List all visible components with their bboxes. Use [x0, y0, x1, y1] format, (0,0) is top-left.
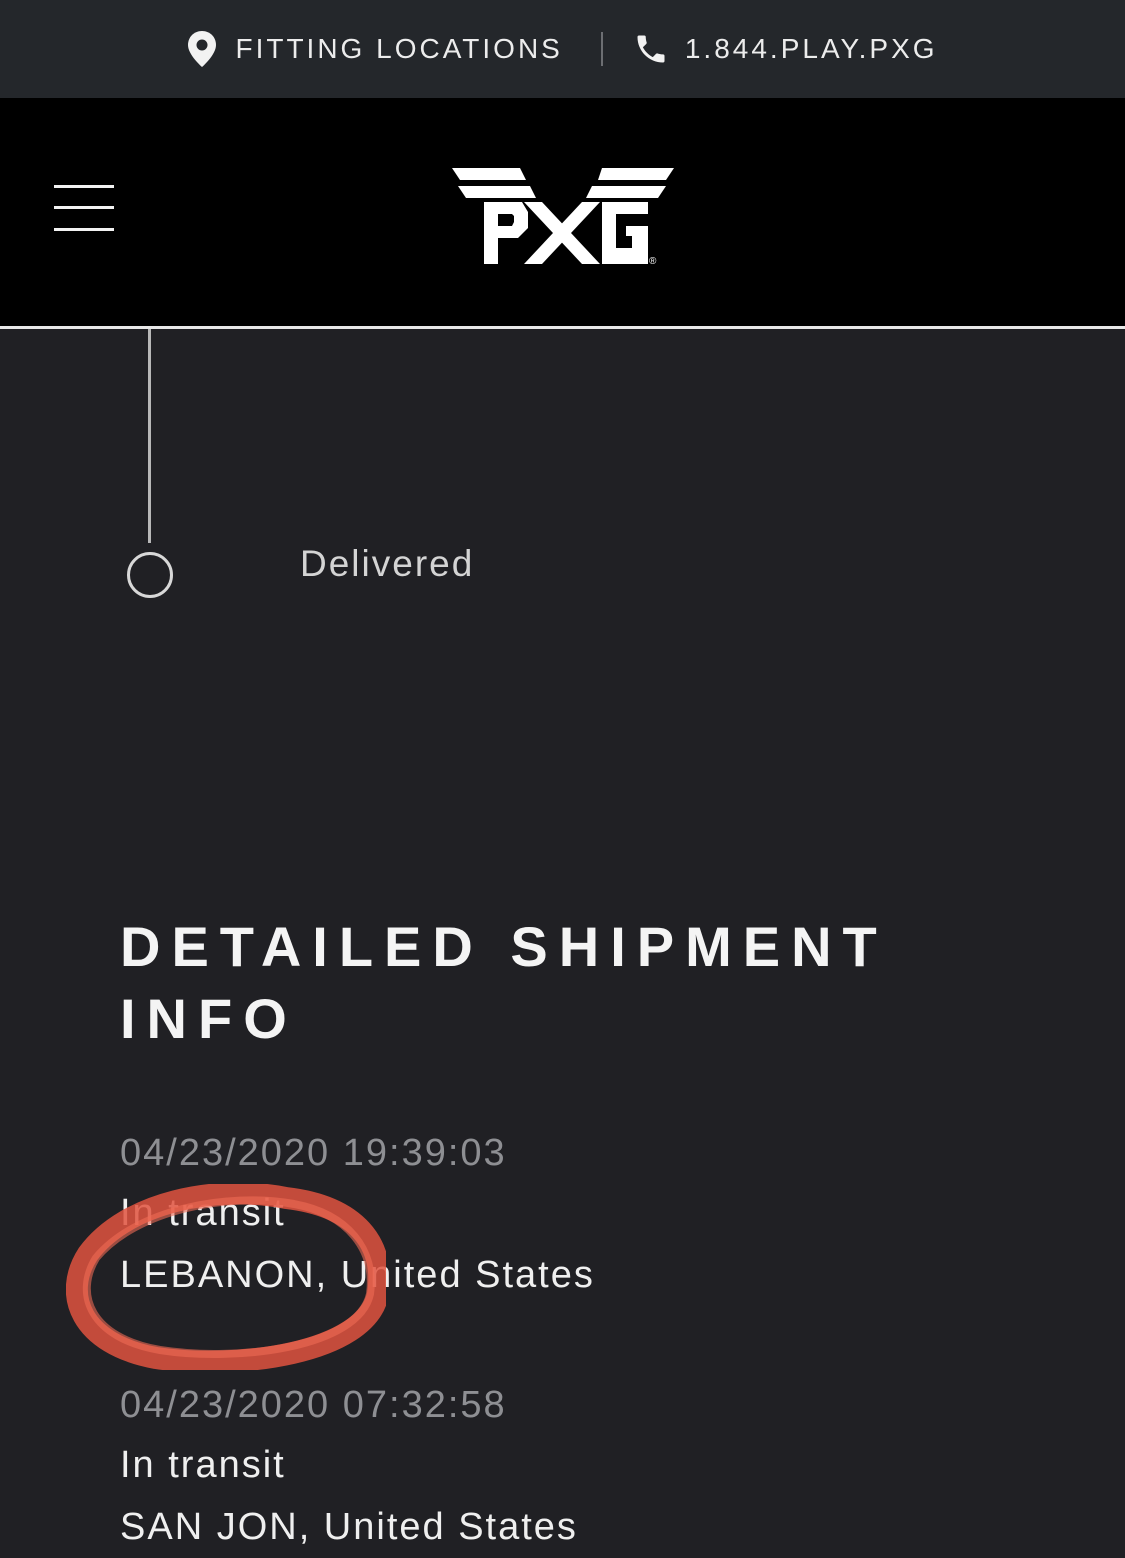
shipment-event: 04/23/2020 19:39:03 In transit LEBANON, … — [120, 1124, 595, 1306]
phone-label: 1.844.PLAY.PXG — [684, 33, 938, 64]
main-navbar: ® — [0, 98, 1125, 329]
phone-icon — [637, 35, 665, 63]
phone-link[interactable]: 1.844.PLAY.PXG — [633, 31, 938, 67]
event-datetime: 04/23/2020 19:39:03 — [120, 1132, 507, 1174]
event-location: SAN JON, United States — [120, 1506, 578, 1548]
topbar-divider — [600, 32, 603, 66]
top-utility-bar: FITTING LOCATIONS 1.844.PLAY.PXG — [0, 0, 1125, 98]
location-pin-icon — [188, 31, 217, 67]
registered-mark: ® — [649, 256, 657, 267]
fitting-locations-link[interactable]: FITTING LOCATIONS — [187, 31, 562, 67]
hamburger-menu-icon[interactable] — [54, 185, 114, 233]
event-datetime: 04/23/2020 07:32:58 — [120, 1384, 507, 1426]
shipment-info-title: DETAILED SHIPMENT INFO — [120, 915, 888, 1050]
tracking-content: Delivered DETAILED SHIPMENT INFO 04/23/2… — [0, 329, 1125, 1548]
fitting-locations-label: FITTING LOCATIONS — [235, 33, 563, 64]
event-status: In transit — [120, 1192, 286, 1234]
timeline-step-indicator — [127, 552, 173, 598]
timeline-connector — [148, 329, 151, 543]
shipment-event: 04/23/2020 07:32:58 In transit SAN JON, … — [120, 1376, 578, 1558]
timeline-step-label: Delivered — [300, 543, 475, 584]
event-location: LEBANON, United States — [120, 1254, 595, 1296]
pxg-logo[interactable]: ® — [452, 166, 676, 268]
event-status: In transit — [120, 1444, 286, 1486]
